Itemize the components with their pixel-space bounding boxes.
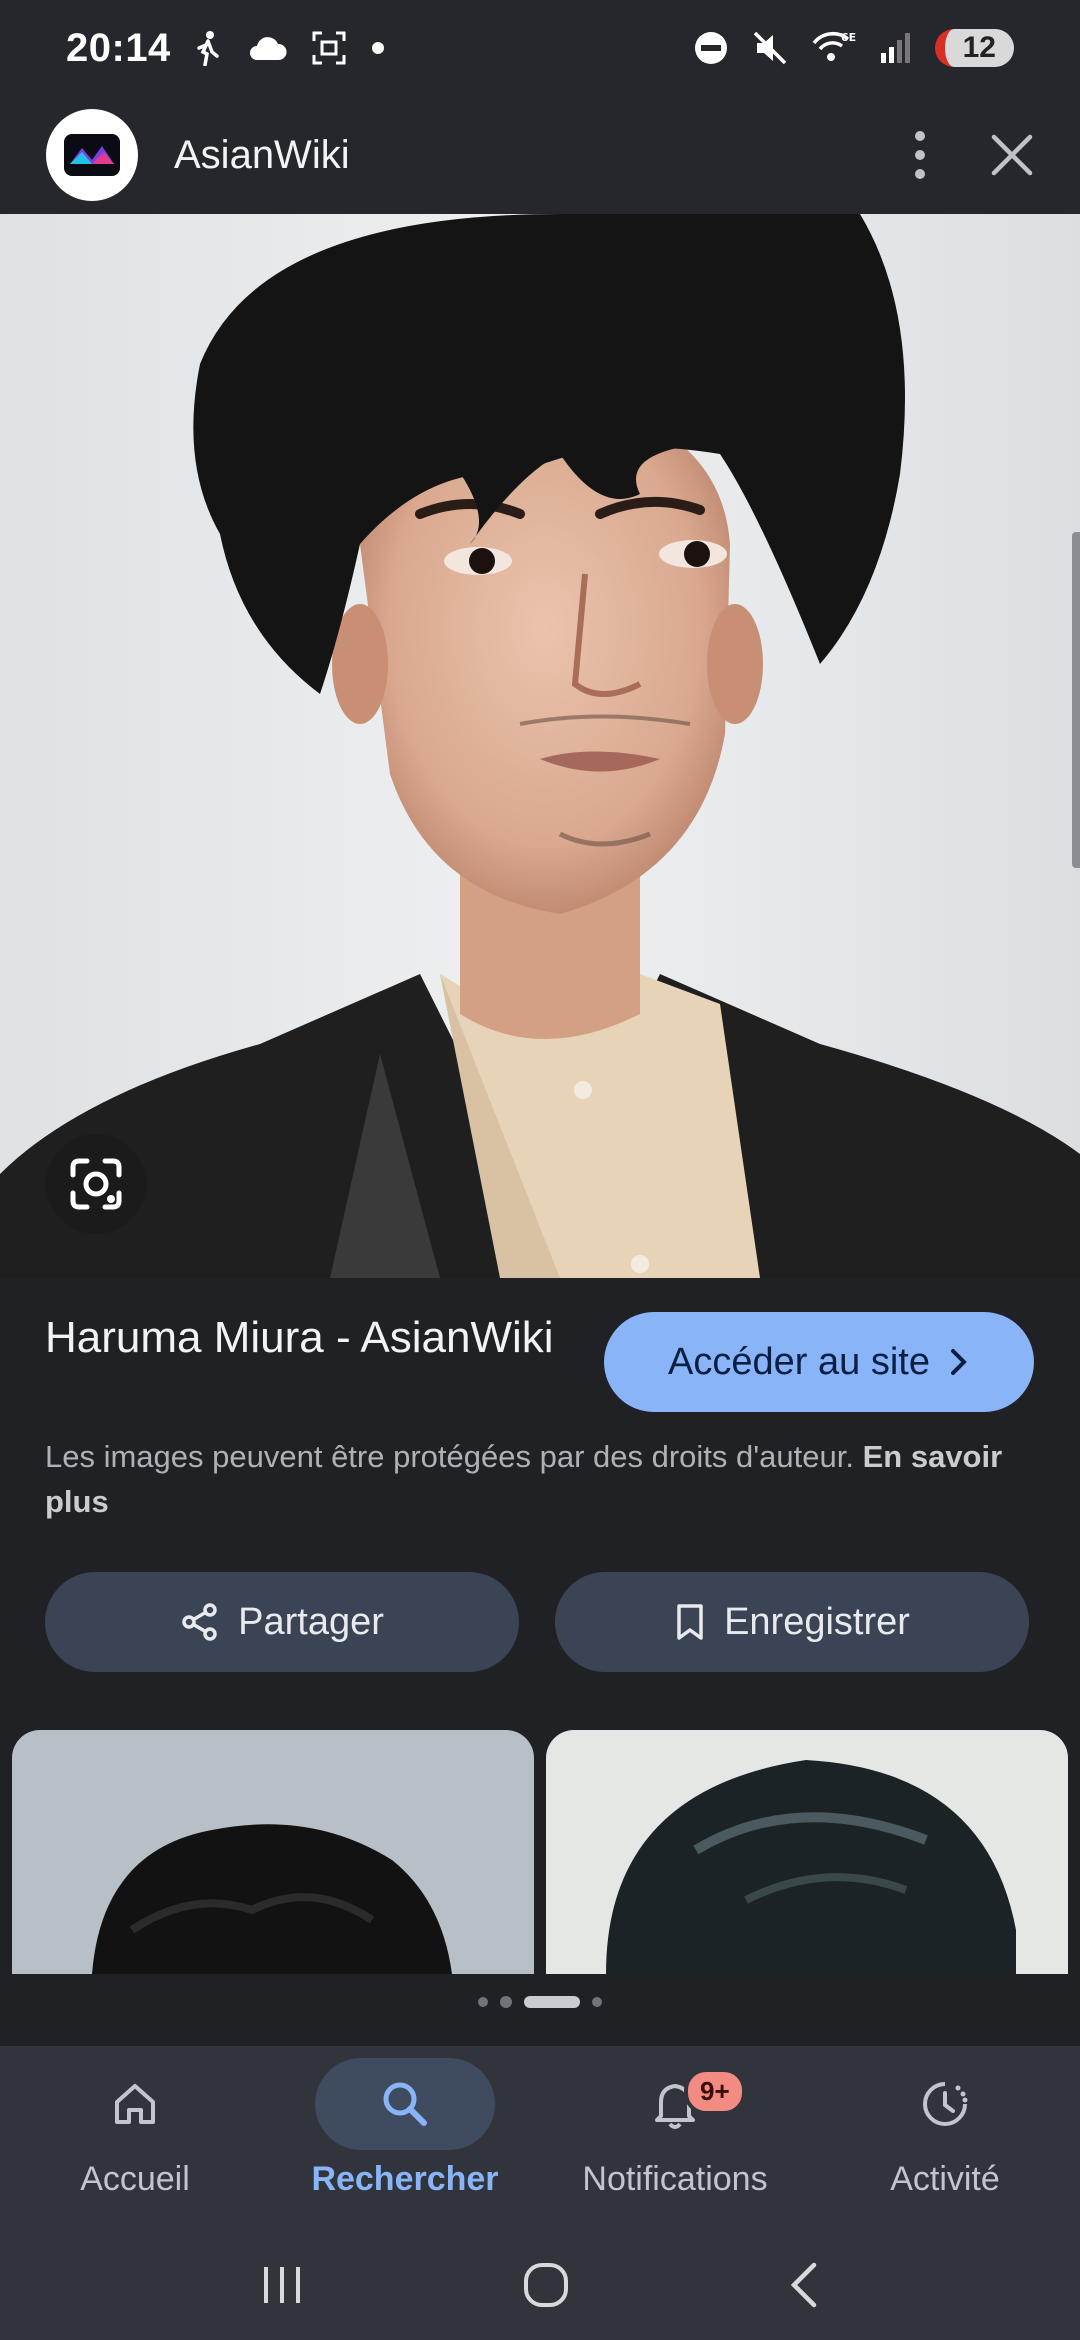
search-icon [383,2082,427,2126]
battery-indicator: 12 [934,29,1014,67]
related-image-2-illustration [546,1730,1068,1974]
nav-home[interactable]: Accueil [0,2046,270,2230]
nav-search-pill [315,2058,495,2150]
chevron-right-icon [950,1349,967,1375]
nav-search[interactable]: Rechercher [270,2046,540,2230]
nav-activity-pill [855,2058,1035,2150]
page-indicator [0,1996,1080,2008]
mute-icon [753,31,786,65]
history-icon [923,2082,968,2126]
home-button-icon[interactable] [522,2261,570,2309]
cloud-icon [249,37,287,60]
hero-image[interactable] [0,214,1080,1278]
page-dot [592,1997,602,2007]
nav-activity-label: Activité [890,2160,1000,2198]
save-label: Enregistrer [724,1600,910,1643]
signal-icon [880,33,910,63]
screenshot-icon [312,31,346,65]
nav-notifications[interactable]: 9+ Notifications [540,2046,810,2230]
site-title: AsianWiki [174,132,350,177]
more-vert-icon[interactable] [910,130,930,180]
system-navigation [0,2230,1080,2340]
visit-site-label: Accéder au site [668,1340,930,1383]
related-image-1-illustration [12,1730,534,1974]
svg-text:6E: 6E [841,31,856,44]
bookmark-icon [677,1604,703,1640]
bottom-navigation: Accueil Rechercher 9+ Notifications Acti… [0,2046,1080,2230]
notifications-badge: 9+ [684,2068,746,2115]
share-button[interactable]: Partager [45,1572,519,1672]
back-icon[interactable] [786,2261,822,2309]
status-bar: 20:14 6E 12 [0,0,1080,96]
copyright-notice: Les images peuvent être protégées par de… [45,1434,1035,1524]
asianwiki-logo-icon [64,134,120,176]
nav-home-label: Accueil [80,2160,190,2198]
recent-apps-icon[interactable] [258,2263,306,2307]
visit-site-button[interactable]: Accéder au site [604,1312,1034,1412]
dot-icon [371,42,384,54]
share-icon [182,1603,217,1641]
page-dot-active [524,1996,580,2008]
status-time: 20:14 [66,25,171,70]
result-title[interactable]: Haruma Miura - AsianWiki [45,1310,565,1366]
nav-notifications-label: Notifications [582,2160,768,2198]
share-label: Partager [238,1600,384,1643]
walking-icon [197,31,219,66]
page-dot [500,1996,512,2008]
dnd-icon [694,32,727,64]
google-lens-icon [70,1158,122,1210]
app-bar: AsianWiki [0,96,1080,214]
wifi-6e-icon: 6E [812,31,856,61]
related-image-1[interactable] [12,1730,534,1974]
portrait-illustration [0,214,1080,1278]
related-image-2[interactable] [546,1730,1068,1974]
close-icon[interactable] [990,133,1034,177]
scroll-thumb[interactable] [1072,532,1080,868]
copyright-text: Les images peuvent être protégées par de… [45,1439,854,1474]
lens-search-button[interactable] [46,1134,146,1234]
nav-search-label: Rechercher [311,2160,499,2198]
page-dot [478,1997,488,2007]
nav-home-pill [45,2058,225,2150]
save-button[interactable]: Enregistrer [555,1572,1029,1672]
site-logo[interactable] [46,109,138,201]
nav-activity[interactable]: Activité [810,2046,1080,2230]
home-icon [115,2084,155,2124]
